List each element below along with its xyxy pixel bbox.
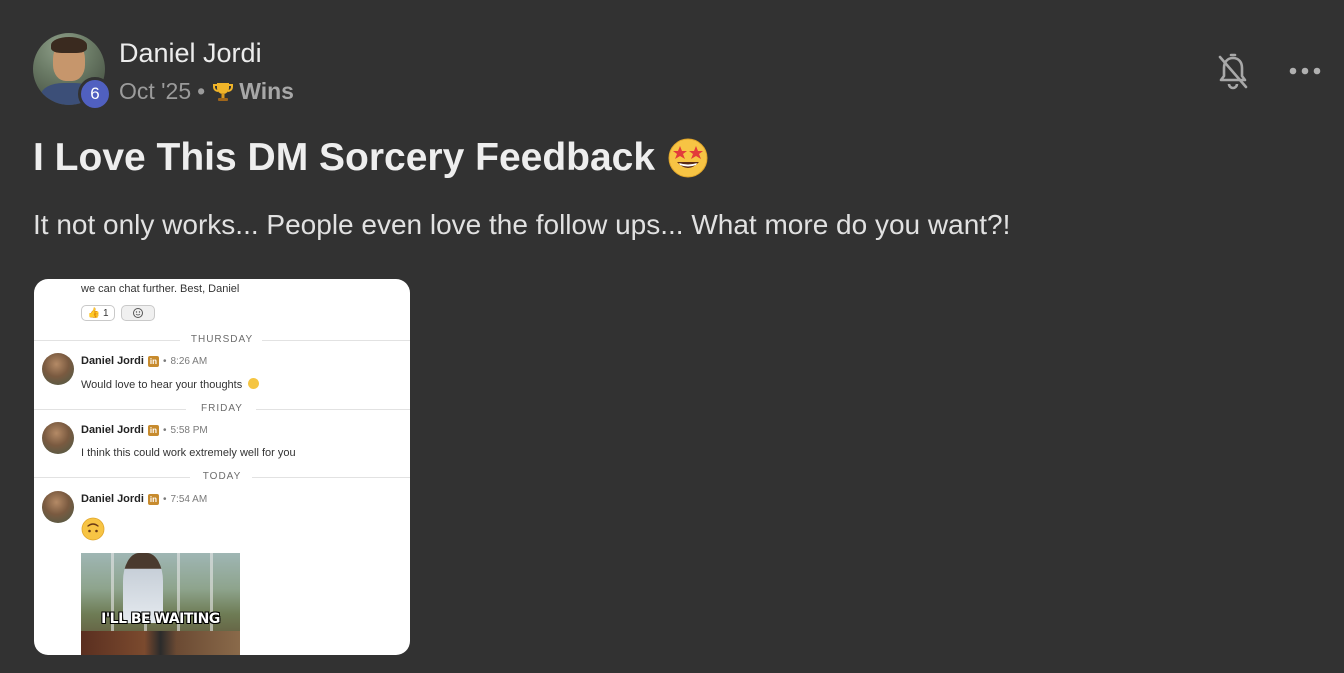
message-header: Daniel Jordi in • 8:26 AM [81,355,208,367]
add-reaction-button[interactable] [121,305,155,321]
trophy-icon [213,82,234,101]
thumbs-up-icon: 👍 [87,307,100,319]
message-time: 7:54 AM [170,493,208,505]
post-title: I Love This DM Sorcery Feedback [33,136,709,180]
day-divider: FRIDAY [34,403,410,415]
day-divider: TODAY [34,471,410,483]
attachment-image[interactable]: we can chat further. Best, Daniel 👍 1 TH… [34,279,410,655]
message-header: Daniel Jordi in • 5:58 PM [81,424,208,436]
message-text: I think this could work extremely well f… [81,447,296,459]
linkedin-icon: in [147,355,159,367]
avatar [42,491,74,523]
gif-image[interactable]: I'LL BE WAITING [81,553,240,655]
message-time: 8:26 AM [170,355,208,367]
day-divider: THURSDAY [34,334,410,346]
author-avatar[interactable]: 6 [33,33,112,111]
message-time: 5:58 PM [170,424,208,436]
level-badge: 6 [78,77,112,111]
linkedin-icon: in [147,493,159,505]
author-name[interactable]: Daniel Jordi [119,38,262,69]
post-title-text: I Love This DM Sorcery Feedback [33,136,656,179]
day-label: TODAY [202,471,242,482]
message-text: we can chat further. Best, Daniel [81,283,240,295]
more-horizontal-icon[interactable] [1288,63,1322,79]
reaction-count: 1 [102,307,109,319]
category-link[interactable]: Wins [211,78,294,105]
slightly-smiling-face-icon [248,378,260,389]
day-label: FRIDAY [201,403,243,414]
post-meta: Oct '25 • Wins [119,78,294,105]
upside-down-face-icon [81,517,105,541]
avatar [42,422,74,454]
star-struck-emoji-icon [668,138,708,178]
avatar [42,353,74,385]
post-header: 6 Daniel Jordi Oct '25 • Wins [33,33,1323,111]
sender-name: Daniel Jordi [81,493,144,505]
sender-name: Daniel Jordi [81,424,144,436]
day-label: THURSDAY [190,334,254,345]
message-header: Daniel Jordi in • 7:54 AM [81,493,208,505]
meta-separator: • [197,78,206,104]
add-reaction-icon [133,308,143,318]
gif-caption: I'LL BE WAITING [101,611,220,627]
category-label: Wins [239,78,294,104]
post-date: Oct '25 [119,78,192,104]
post-body: It not only works... People even love th… [33,209,1011,240]
reaction-thumbs-up[interactable]: 👍 1 [81,305,115,321]
bell-off-icon[interactable] [1216,53,1250,91]
message-text: Would love to hear your thoughts [81,378,260,391]
linkedin-icon: in [147,424,159,436]
sender-name: Daniel Jordi [81,355,144,367]
